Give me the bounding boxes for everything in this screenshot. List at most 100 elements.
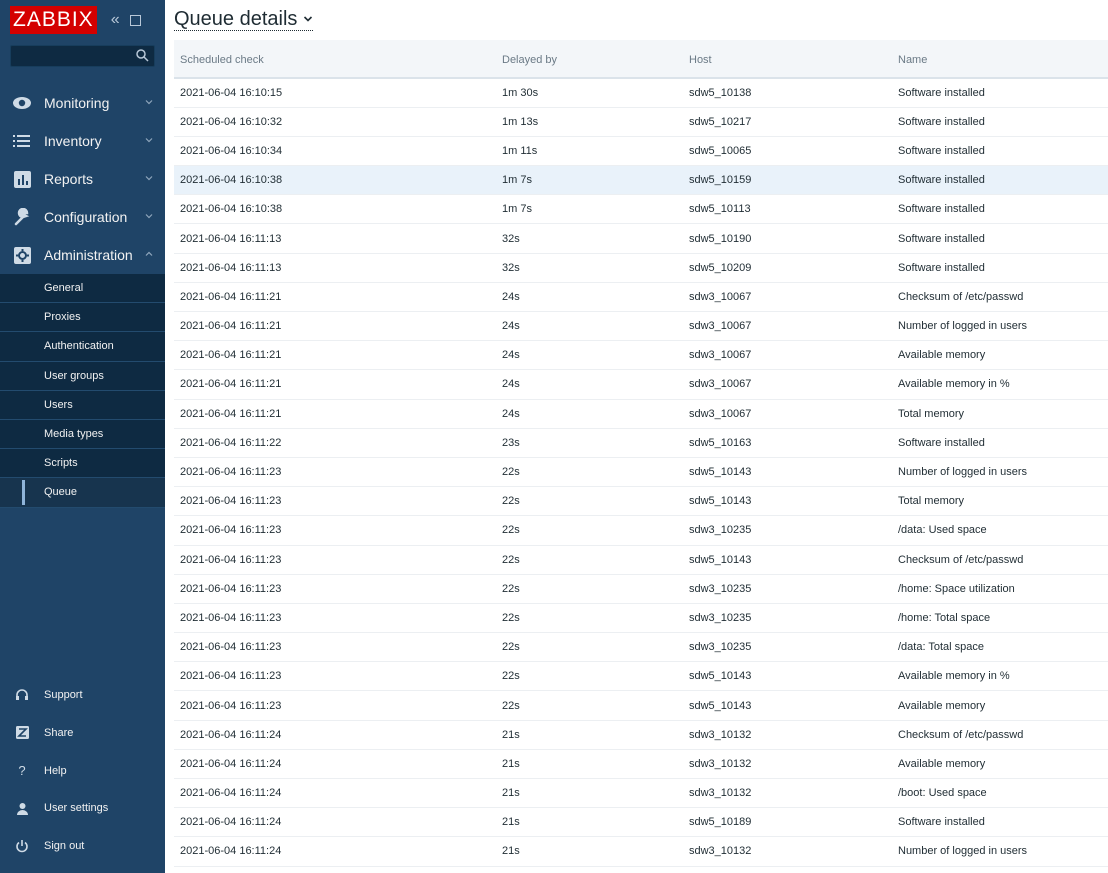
cell-name: Software installed [892, 107, 1108, 137]
cell-name: Software installed [892, 807, 1108, 838]
table-row: 2021-06-04 16:11:23 22s sdw5_10143 Total me… [174, 486, 1108, 517]
cell-host: sdw3_10067 [683, 282, 892, 313]
cell-scheduled-check: 2021-06-04 16:11:23 [174, 603, 496, 634]
cell-scheduled-check: 2021-06-04 16:11:23 [174, 574, 496, 604]
submenu-item-scripts[interactable]: Scripts [0, 449, 165, 479]
cell-host: sdw3_10132 [683, 778, 892, 809]
submenu-item-queue[interactable]: Queue [0, 478, 165, 508]
zabbix-logo[interactable]: ZABBIX [10, 6, 97, 34]
cell-host: sdw5_10189 [683, 807, 892, 838]
cell-host: sdw3_10067 [683, 369, 892, 400]
cell-delayed-by: 1m 7s [496, 194, 683, 225]
sidebar: ZABBIX « Monitoring Inventory Reports Co… [0, 0, 165, 873]
cell-delayed-by: 21s [496, 778, 683, 809]
menu-item-label: User settings [44, 802, 109, 815]
cell-scheduled-check: 2021-06-04 16:11:23 [174, 545, 496, 575]
gear-icon [12, 245, 32, 265]
cell-name: Software installed [892, 223, 1108, 254]
cell-name: Software installed [892, 428, 1108, 458]
cell-name: Number of logged in users [892, 311, 1108, 342]
chevron-down-icon [304, 15, 313, 22]
cell-delayed-by: 24s [496, 311, 683, 342]
submenu-item-user-groups[interactable]: User groups [0, 362, 165, 391]
submenu-item-users[interactable]: Users [0, 391, 165, 420]
queue-table-wrapper: Scheduled check Delayed by Host Name 202… [174, 40, 1108, 867]
table-row: 2021-06-04 16:11:24 21s sdw3_10132 Availabl… [174, 749, 1108, 780]
cell-scheduled-check: 2021-06-04 16:10:38 [174, 165, 496, 196]
menu-item-inventory[interactable]: Inventory [0, 122, 165, 160]
menu-item-share[interactable]: Share [0, 714, 165, 752]
table-row: 2021-06-04 16:11:23 22s sdw3_10235/home: T… [174, 603, 1108, 634]
cell-scheduled-check: 2021-06-04 16:11:13 [174, 223, 496, 254]
search-input[interactable] [11, 46, 154, 66]
table-row: 2021-06-04 16:11:21 24s sdw3_10067 Number o… [174, 311, 1108, 342]
cell-name: Available memory [892, 340, 1108, 371]
submenu-item-media-types[interactable]: Media types [0, 420, 165, 450]
menu-item-label: Share [44, 726, 74, 739]
cell-delayed-by: 22s [496, 632, 683, 663]
cell-name: Available memory [892, 749, 1108, 780]
cell-scheduled-check: 2021-06-04 16:11:21 [174, 369, 496, 400]
cell-name: Software installed [892, 253, 1108, 283]
administration-submenu: General Proxies Authentication User grou… [0, 274, 165, 508]
menu-item-help[interactable]: ? Help [0, 752, 165, 790]
search-icon[interactable] [135, 48, 149, 62]
table-row: 2021-06-04 16:11:23 22s sdw5_10143 Availabl… [174, 661, 1108, 692]
menu-item-reports[interactable]: Reports [0, 160, 165, 198]
cell-host: sdw5_10143 [683, 457, 892, 488]
wrench-icon [12, 207, 32, 227]
headset-icon [14, 687, 30, 703]
cell-delayed-by: 1m 13s [496, 107, 683, 137]
cell-scheduled-check: 2021-06-04 16:11:23 [174, 486, 496, 517]
chevron-down-icon [145, 100, 153, 105]
cell-host: sdw3_10132 [683, 836, 892, 867]
cell-host: sdw3_10067 [683, 340, 892, 371]
cell-delayed-by: 21s [496, 720, 683, 750]
table-row: 2021-06-04 16:11:23 22s sdw5_10143 Number o… [174, 457, 1108, 488]
cell-name: Available memory [892, 690, 1108, 721]
submenu-item-authentication[interactable]: Authentication [0, 332, 165, 362]
menu-item-administration[interactable]: Administration [0, 236, 165, 274]
cell-scheduled-check: 2021-06-04 16:11:24 [174, 778, 496, 809]
cell-scheduled-check: 2021-06-04 16:11:24 [174, 807, 496, 838]
cell-scheduled-check: 2021-06-04 16:11:21 [174, 282, 496, 313]
cell-delayed-by: 32s [496, 223, 683, 254]
chevron-down-icon [145, 176, 153, 181]
page-title-dropdown[interactable]: Queue details [174, 8, 314, 31]
cell-host: sdw5_10209 [683, 253, 892, 283]
cell-scheduled-check: 2021-06-04 16:11:21 [174, 311, 496, 342]
chevron-down-icon [145, 214, 153, 219]
cell-name: /boot: Used space [892, 778, 1108, 809]
cell-name: Total memory [892, 399, 1108, 429]
search-field-wrapper [10, 45, 155, 67]
cell-name: Number of logged in users [892, 836, 1108, 867]
submenu-item-general[interactable]: General [0, 274, 165, 304]
eye-icon [12, 93, 32, 113]
cell-scheduled-check: 2021-06-04 16:11:23 [174, 690, 496, 721]
menu-item-support[interactable]: Support [0, 676, 165, 714]
table-row: 2021-06-04 16:11:21 24s sdw3_10067 Total me… [174, 399, 1108, 429]
cell-host: sdw5_10113 [683, 194, 892, 225]
menu-item-label: Reports [44, 171, 94, 187]
submenu-item-proxies[interactable]: Proxies [0, 303, 165, 333]
cell-scheduled-check: 2021-06-04 16:10:38 [174, 194, 496, 225]
menu-item-sign-out[interactable]: Sign out [0, 827, 165, 865]
column-header-delayed-by: Delayed by [496, 40, 683, 79]
menu-item-user-settings[interactable]: User settings [0, 789, 165, 827]
kiosk-mode-icon[interactable] [129, 14, 141, 26]
cell-scheduled-check: 2021-06-04 16:11:22 [174, 428, 496, 458]
table-row: 2021-06-04 16:11:23 22s sdw3_10235/data: T… [174, 632, 1108, 663]
cell-scheduled-check: 2021-06-04 16:11:24 [174, 836, 496, 867]
cell-name: Software installed [892, 136, 1108, 167]
cell-host: sdw3_10067 [683, 399, 892, 429]
cell-scheduled-check: 2021-06-04 16:11:21 [174, 340, 496, 371]
menu-item-configuration[interactable]: Configuration [0, 198, 165, 236]
column-header-host: Host [683, 40, 892, 79]
table-row: 2021-06-04 16:11:21 24s sdw3_10067 Availabl… [174, 369, 1108, 400]
table-row: 2021-06-04 16:11:23 22s sdw5_10143 Availabl… [174, 690, 1108, 721]
menu-item-monitoring[interactable]: Monitoring [0, 84, 165, 122]
cell-delayed-by: 22s [496, 574, 683, 604]
cell-scheduled-check: 2021-06-04 16:11:23 [174, 457, 496, 488]
cell-delayed-by: 22s [496, 486, 683, 517]
collapse-sidebar-icon[interactable]: « [111, 11, 120, 29]
